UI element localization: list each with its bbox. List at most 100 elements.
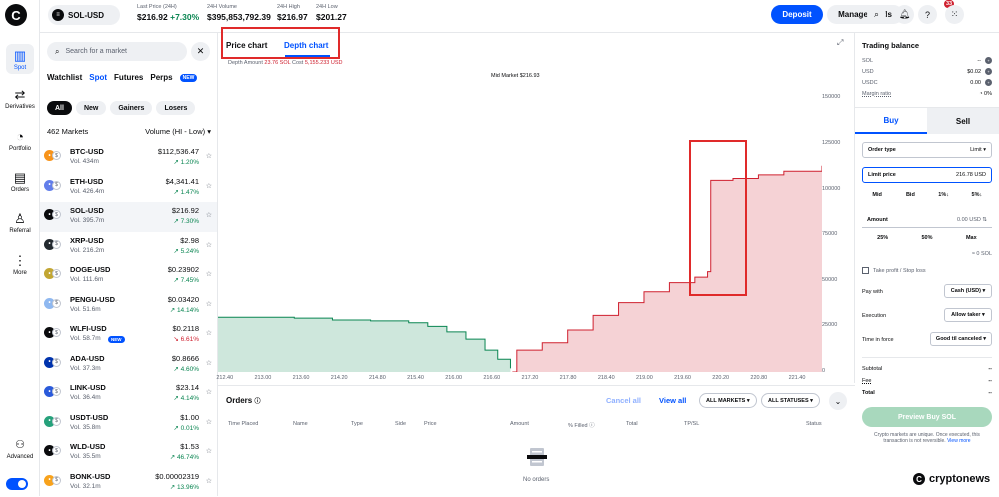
statuses-filter[interactable]: ALL STATUSES ▾	[761, 393, 820, 408]
nav-spot[interactable]: ▥Spot	[0, 44, 40, 74]
star-icon[interactable]: ☆	[206, 211, 212, 219]
preset-25[interactable]: 25%	[862, 231, 903, 245]
cancel-all-button[interactable]: Cancel all	[606, 396, 641, 405]
order-type-select[interactable]: Order typeLimit ▾	[862, 142, 992, 158]
expand-icon[interactable]: ⤢	[837, 38, 843, 48]
nav-more[interactable]: ⋮More	[0, 254, 40, 276]
x-tick-label: 219.00	[636, 375, 653, 381]
x-tick-label: 213.00	[255, 375, 272, 381]
market-row[interactable]: •$WLFI-USDVol. 58.7m$0.2118↘ 6.61%☆NEW	[40, 320, 217, 350]
deposit-button[interactable]: Deposit	[771, 5, 823, 24]
tab-watchlist[interactable]: Watchlist	[47, 73, 82, 82]
collapse-icon[interactable]: ⌄	[829, 392, 847, 410]
col-tpsl: TP/SL	[684, 421, 699, 427]
search-input[interactable]: ⌕Search for a market	[47, 42, 187, 61]
nav-referral[interactable]: ♙Referral	[0, 212, 40, 234]
market-row[interactable]: •$LINK-USDVol. 36.4m$23.14↗ 4.14%☆	[40, 379, 217, 409]
market-row[interactable]: •$DOGE-USDVol. 111.6m$0.23902↗ 7.45%☆	[40, 261, 217, 291]
usd-icon: $	[52, 299, 61, 308]
bell-icon[interactable]: 🔔︎	[895, 5, 914, 24]
star-icon[interactable]: ☆	[206, 447, 212, 455]
star-icon[interactable]: ☆	[206, 477, 212, 485]
coinbase-logo[interactable]: C	[5, 4, 27, 26]
market-row[interactable]: •$PENGU-USDVol. 51.6m$0.03420↗ 14.14%☆	[40, 291, 217, 321]
market-row[interactable]: •$SOL-USDVol. 395.7m$216.92↗ 7.30%☆	[40, 202, 217, 232]
depth-info: Depth Amount 23.76 SOL Cost 5,155.233 US…	[228, 60, 342, 66]
tab-spot[interactable]: Spot	[89, 73, 107, 82]
sol-coin-icon: ≡	[52, 9, 64, 21]
star-icon[interactable]: ☆	[206, 329, 212, 337]
market-change: ↗ 5.24%	[173, 247, 199, 255]
stat-low: 24H Low$201.27	[316, 4, 347, 22]
subtotal-label: Subtotal	[862, 366, 882, 372]
execution-select[interactable]: Allow taker ▾	[944, 308, 992, 322]
star-icon[interactable]: ☆	[206, 241, 212, 249]
more-icon: ⋮	[0, 254, 40, 268]
star-icon[interactable]: ☆	[206, 418, 212, 426]
y-tick-label: 50000	[822, 277, 837, 283]
sell-tab[interactable]: Sell	[927, 108, 999, 134]
col-amount: Amount	[510, 421, 529, 427]
preset-5pct[interactable]: 5%↓	[962, 188, 992, 202]
star-icon[interactable]: ☆	[206, 182, 212, 190]
tab-perps[interactable]: Perps	[150, 73, 172, 82]
pay-with-select[interactable]: Cash (USD) ▾	[944, 284, 992, 298]
sort-dropdown[interactable]: Volume (HI - Low) ▾	[145, 127, 211, 136]
y-tick-label: 100000	[822, 186, 840, 192]
market-name: BTC-USD	[70, 147, 104, 156]
search-icon[interactable]: ⌕	[867, 5, 886, 24]
preset-bid[interactable]: Bid	[895, 188, 925, 202]
buy-sell-toggle: Buy Sell	[855, 107, 999, 134]
market-row[interactable]: •$XRP-USDVol. 216.2m$2.98↗ 5.24%☆	[40, 232, 217, 262]
limit-price-input[interactable]: Limit price216.78 USD	[862, 167, 992, 183]
preset-50[interactable]: 50%	[906, 231, 947, 245]
market-row[interactable]: •$BTC-USDVol. 434m$112,536.47↗ 1.20%☆	[40, 143, 217, 173]
usd-icon: $	[52, 446, 61, 455]
preview-buy-button[interactable]: Preview Buy SOL	[862, 407, 992, 427]
bid-area	[218, 317, 510, 372]
chip-new[interactable]: New	[76, 101, 106, 115]
market-row[interactable]: •$USDT-USDVol. 35.8m$1.00↗ 0.01%☆	[40, 409, 217, 439]
nav-portfolio[interactable]: ◔Portfolio	[0, 130, 40, 152]
market-name: SOL-USD	[70, 206, 104, 215]
nav-orders[interactable]: ▤Orders	[0, 171, 40, 193]
close-icon[interactable]: ✕	[191, 42, 210, 61]
market-row[interactable]: •$BONK-USDVol. 32.1m$0.00002319↗ 13.96%☆	[40, 468, 217, 497]
preset-mid[interactable]: Mid	[862, 188, 892, 202]
buy-tab[interactable]: Buy	[855, 108, 927, 134]
market-volume: Vol. 32.1m	[70, 483, 101, 490]
col-time: Time Placed	[228, 421, 258, 427]
star-icon[interactable]: ☆	[206, 359, 212, 367]
view-all-button[interactable]: View all	[659, 396, 686, 405]
star-icon[interactable]: ☆	[206, 270, 212, 278]
market-volume: Vol. 35.5m	[70, 453, 101, 460]
preset-max[interactable]: Max	[951, 231, 992, 245]
tab-futures[interactable]: Futures	[114, 73, 143, 82]
chip-all[interactable]: All	[47, 101, 72, 115]
tpsl-checkbox[interactable]: Take profit / Stop loss	[862, 267, 926, 274]
nav-derivatives[interactable]: ⇄Derivatives	[0, 88, 40, 110]
star-icon[interactable]: ☆	[206, 300, 212, 308]
market-row[interactable]: •$ETH-USDVol. 426.4m$4,341.41↗ 1.47%☆	[40, 173, 217, 203]
market-row[interactable]: •$ADA-USDVol. 37.3m$0.8666↗ 4.60%☆	[40, 350, 217, 380]
chip-gainers[interactable]: Gainers	[110, 101, 152, 115]
market-volume: Vol. 434m	[70, 158, 99, 165]
apps-grid-icon[interactable]: ⁙	[945, 5, 964, 24]
star-icon[interactable]: ☆	[206, 152, 212, 160]
usd-icon: $	[52, 240, 61, 249]
markets-filter[interactable]: ALL MARKETS ▾	[699, 393, 757, 408]
add-icon: +	[985, 68, 992, 75]
star-icon[interactable]: ☆	[206, 388, 212, 396]
balance-usdc: USDC0.00+	[862, 80, 992, 86]
advanced-toggle[interactable]	[6, 478, 28, 490]
view-more-link[interactable]: View more	[947, 438, 971, 444]
pair-selector[interactable]: ≡SOL-USD	[48, 5, 120, 25]
tif-select[interactable]: Good til canceled ▾	[930, 332, 992, 346]
manage-funds-button[interactable]: Manage funds	[827, 5, 903, 24]
market-row[interactable]: •$WLD-USDVol. 35.5m$1.53↗ 46.74%☆	[40, 438, 217, 468]
help-icon[interactable]: ?	[918, 5, 937, 24]
chip-losers[interactable]: Losers	[156, 101, 195, 115]
preset-1pct[interactable]: 1%↓	[929, 188, 959, 202]
amount-input[interactable]: Amount0.00 USD ⇅	[862, 212, 992, 228]
x-tick-label: 212.40	[216, 375, 233, 381]
